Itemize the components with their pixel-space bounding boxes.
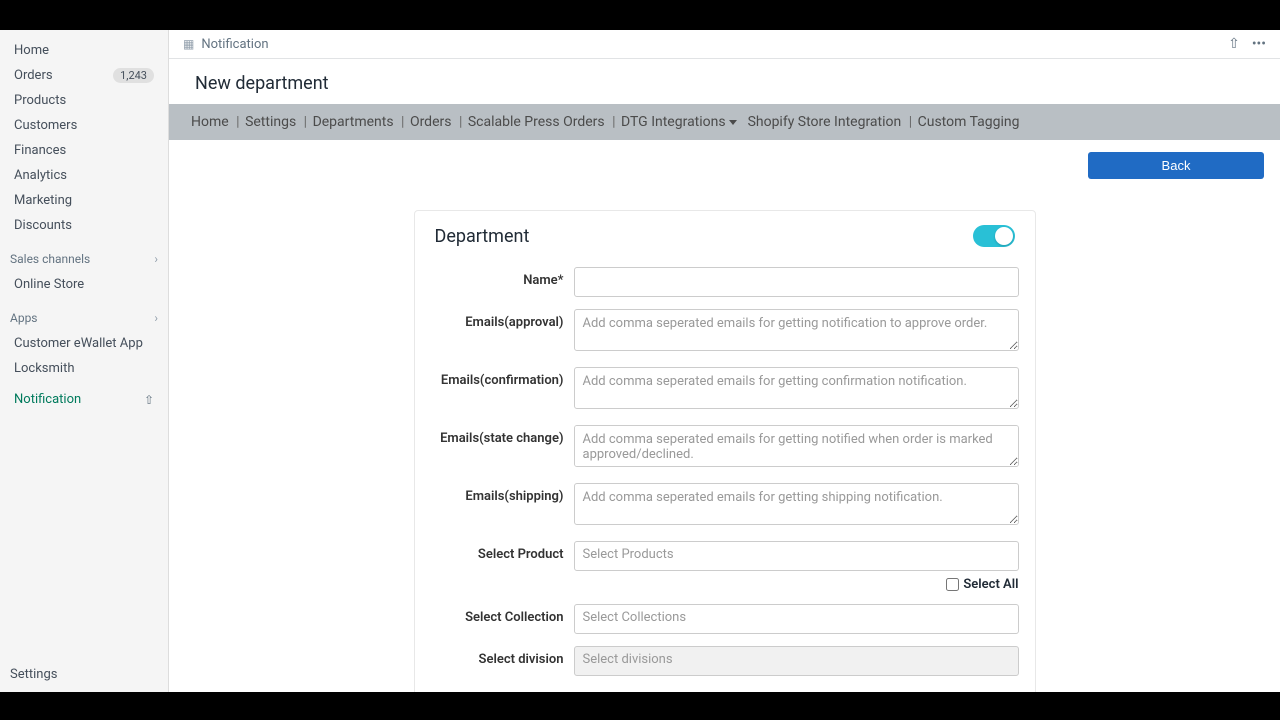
label-select-collection: Select Collection [431,604,574,634]
nav-orders[interactable]: Orders [410,114,452,130]
nav-shopify-integration[interactable]: Shopify Store Integration [748,114,902,130]
nav-dtg-integrations[interactable]: DTG Integrations [621,114,737,130]
sidebar-item-notification[interactable]: Notification⇧ [4,387,164,412]
select-division[interactable]: Select divisions [574,646,1019,676]
label-emails-approval: Emails(approval) [431,309,574,355]
pin-icon[interactable]: ⇧ [1228,36,1240,52]
pin-icon: ⇧ [144,393,154,407]
emails-shipping-input[interactable] [574,483,1019,525]
app-nav: Home | Settings | Departments | Orders |… [169,104,1280,140]
nav-scalable-press[interactable]: Scalable Press Orders [468,114,605,130]
label-select-division: Select division [431,646,574,676]
nav-custom-tagging[interactable]: Custom Tagging [918,114,1020,130]
nav-home[interactable]: Home [191,114,229,130]
sidebar-item-locksmith[interactable]: Locksmith [4,356,164,381]
name-input[interactable] [574,267,1019,297]
orders-badge: 1,243 [113,68,154,83]
emails-approval-input[interactable] [574,309,1019,351]
label-select-product: Select Product [431,541,574,592]
label-emails-state: Emails(state change) [431,425,574,471]
nav-settings[interactable]: Settings [245,114,296,130]
sidebar-item-marketing[interactable]: Marketing [4,188,164,213]
label-emails-confirmation: Emails(confirmation) [431,367,574,413]
sidebar-item-finances[interactable]: Finances [4,138,164,163]
card-heading: Department [435,226,973,247]
emails-confirmation-input[interactable] [574,367,1019,409]
nav-departments[interactable]: Departments [313,114,394,130]
label-name: Name* [431,267,574,297]
chevron-right-icon: › [154,311,158,325]
select-all-label: Select All [963,577,1018,592]
sidebar-item-analytics[interactable]: Analytics [4,163,164,188]
chevron-right-icon: › [154,252,158,266]
label-emails-shipping: Emails(shipping) [431,483,574,529]
app-icon: ▦ [183,37,194,51]
sidebar-item-orders[interactable]: Orders1,243 [4,63,164,88]
emails-state-input[interactable] [574,425,1019,467]
back-button[interactable]: Back [1088,152,1264,179]
department-card: Department Name* Emails(approval) Emails… [414,210,1036,692]
sidebar: Home Orders1,243 Products Customers Fina… [0,30,169,692]
sidebar-item-online-store[interactable]: Online Store [4,272,164,297]
more-icon[interactable]: ••• [1252,36,1266,52]
page-title: New department [169,59,1280,104]
select-all-checkbox[interactable] [946,578,959,591]
sidebar-settings[interactable]: Settings [0,657,168,692]
sidebar-item-discounts[interactable]: Discounts [4,213,164,238]
sidebar-item-home[interactable]: Home [4,38,164,63]
sidebar-section-apps[interactable]: Apps› [0,305,168,331]
select-collection[interactable]: Select Collections [574,604,1019,634]
select-product[interactable]: Select Products [574,541,1019,571]
breadcrumb: ▦ Notification ⇧ ••• [169,30,1280,59]
sidebar-item-customers[interactable]: Customers [4,113,164,138]
sidebar-item-ewallet[interactable]: Customer eWallet App [4,331,164,356]
caret-down-icon [729,120,737,125]
sidebar-item-products[interactable]: Products [4,88,164,113]
enable-toggle[interactable] [973,225,1015,247]
sidebar-section-sales-channels[interactable]: Sales channels› [0,246,168,272]
